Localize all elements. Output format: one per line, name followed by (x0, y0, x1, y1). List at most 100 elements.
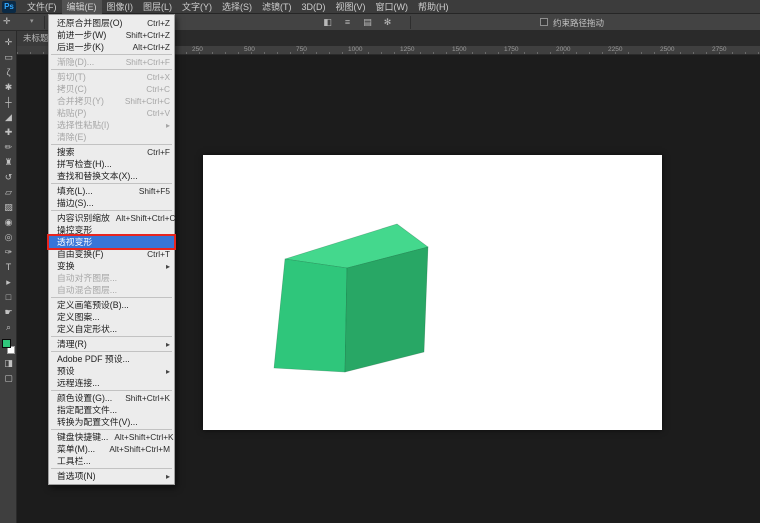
magic-wand-tool-icon[interactable]: ✱ (0, 80, 17, 95)
tool-list: ✛▭ζ✱┼◢✚✏♜↺▱▨◉◎✑T▸□☛⌕ (0, 31, 16, 335)
preset-caret-icon[interactable]: ▾ (30, 17, 34, 25)
menu-item-keyboard-shortcuts[interactable]: 键盘快捷键...Alt+Shift+Ctrl+K (49, 431, 174, 443)
history-brush-tool-icon[interactable]: ↺ (0, 170, 17, 185)
crop-tool-icon[interactable]: ┼ (0, 95, 17, 110)
toolbar-bottom: ◨▢ (0, 356, 16, 386)
clone-stamp-tool-icon[interactable]: ♜ (0, 155, 17, 170)
box-front-face (274, 259, 347, 372)
menu-item-remote-connections[interactable]: 远程连接... (49, 377, 174, 389)
menu-item-content-aware-scale[interactable]: 内容识别缩放Alt+Shift+Ctrl+C (49, 212, 174, 224)
menu-item-shortcut: Shift+Ctrl+Z (120, 30, 170, 40)
menu-item-color-settings[interactable]: 颜色设置(G)...Shift+Ctrl+K (49, 392, 174, 404)
menubar-item-3[interactable]: 图层(L) (138, 0, 177, 14)
eraser-tool-icon[interactable]: ▱ (0, 185, 17, 200)
path-operations-icon[interactable]: ◧ (320, 16, 335, 29)
lasso-tool-icon[interactable]: ζ (0, 65, 17, 80)
constrain-path-checkbox[interactable] (540, 18, 548, 26)
menu-item-label: 合并拷贝(Y) (57, 95, 104, 107)
menubar-item-1[interactable]: 编辑(E) (62, 0, 102, 14)
menu-item-paste: 粘贴(P)Ctrl+V (49, 107, 174, 119)
menu-item-step-forward[interactable]: 前进一步(W)Shift+Ctrl+Z (49, 29, 174, 41)
menu-separator (51, 351, 172, 352)
menu-item-label: 变换 (57, 260, 75, 272)
blur-tool-icon[interactable]: ◉ (0, 215, 17, 230)
menu-item-search[interactable]: 搜索Ctrl+F (49, 146, 174, 158)
menu-item-menus[interactable]: 菜单(M)...Alt+Shift+Ctrl+M (49, 443, 174, 455)
options-divider (44, 16, 45, 29)
shape-tool-icon[interactable]: □ (0, 290, 17, 305)
menu-item-convert-to-profile[interactable]: 转换为配置文件(V)... (49, 416, 174, 428)
menu-item-label: 菜单(M)... (57, 443, 95, 455)
menu-item-purge[interactable]: 清理(R)▸ (49, 338, 174, 350)
menu-item-shortcut: Shift+Ctrl+K (119, 393, 170, 403)
ruler-label: 2000 (556, 46, 570, 54)
menu-item-label: 描边(S)... (57, 197, 94, 209)
settings-icon[interactable]: ✻ (380, 16, 395, 29)
type-tool-icon[interactable]: T (0, 260, 17, 275)
tools-panel: ✛▭ζ✱┼◢✚✏♜↺▱▨◉◎✑T▸□☛⌕ ◨▢ (0, 31, 17, 523)
menu-item-define-brush-preset[interactable]: 定义画笔预设(B)... (49, 299, 174, 311)
menu-item-shortcut: Shift+Ctrl+C (119, 96, 170, 106)
healing-brush-tool-icon[interactable]: ✚ (0, 125, 17, 140)
menu-item-toolbar-settings[interactable]: 工具栏... (49, 455, 174, 467)
menu-item-stroke[interactable]: 描边(S)... (49, 197, 174, 209)
menu-item-label: 操控变形 (57, 224, 92, 236)
menu-item-undo-merge-layers[interactable]: 还原合并图层(O)Ctrl+Z (49, 17, 174, 29)
hand-tool-icon[interactable]: ☛ (0, 305, 17, 320)
tool-preset-icon[interactable]: ✛ (3, 16, 11, 27)
path-select-tool-icon[interactable]: ▸ (0, 275, 17, 290)
ruler-label: 750 (296, 46, 307, 54)
menu-item-step-backward[interactable]: 后退一步(K)Alt+Ctrl+Z (49, 41, 174, 53)
path-arrange-icon[interactable]: ▤ (360, 16, 375, 29)
menu-item-label: 还原合并图层(O) (57, 17, 122, 29)
menu-item-define-pattern[interactable]: 定义图案... (49, 311, 174, 323)
menu-item-transform[interactable]: 变换▸ (49, 260, 174, 272)
menu-item-label: 自由变换(F) (57, 248, 103, 260)
quick-mask-icon[interactable]: ◨ (0, 356, 17, 371)
submenu-arrow-icon: ▸ (166, 367, 170, 376)
menu-item-label: 远程连接... (57, 377, 100, 389)
brush-tool-icon[interactable]: ✏ (0, 140, 17, 155)
menubar-item-7[interactable]: 3D(D) (297, 0, 331, 14)
menubar-item-8[interactable]: 视图(V) (331, 0, 371, 14)
marquee-tool-icon[interactable]: ▭ (0, 50, 17, 65)
color-swatches[interactable] (0, 338, 17, 356)
ruler-label: 1500 (452, 46, 466, 54)
menu-item-label: 清理(R) (57, 338, 87, 350)
document-canvas[interactable] (203, 155, 662, 430)
menu-item-puppet-warp[interactable]: 操控变形 (49, 224, 174, 236)
menu-item-adobe-pdf-presets[interactable]: Adobe PDF 预设... (49, 353, 174, 365)
menu-separator (51, 297, 172, 298)
menubar-item-9[interactable]: 窗口(W) (371, 0, 414, 14)
menubar-item-0[interactable]: 文件(F) (22, 0, 62, 14)
menubar-item-2[interactable]: 图像(I) (102, 0, 139, 14)
gradient-tool-icon[interactable]: ▨ (0, 200, 17, 215)
zoom-tool-icon[interactable]: ⌕ (0, 320, 17, 335)
menu-item-check-spelling[interactable]: 拼写检查(H)... (49, 158, 174, 170)
menu-item-perspective-warp[interactable]: 透视变形 (49, 236, 174, 248)
menu-item-label: 搜索 (57, 146, 75, 158)
menu-item-presets[interactable]: 预设▸ (49, 365, 174, 377)
menubar-item-6[interactable]: 滤镜(T) (257, 0, 297, 14)
menu-item-label: 转换为配置文件(V)... (57, 416, 138, 428)
path-alignment-icon[interactable]: ≡ (340, 16, 355, 29)
menu-item-assign-profile[interactable]: 指定配置文件... (49, 404, 174, 416)
menu-item-fill[interactable]: 填充(L)...Shift+F5 (49, 185, 174, 197)
menubar-item-4[interactable]: 文字(Y) (177, 0, 217, 14)
menubar-item-5[interactable]: 选择(S) (217, 0, 257, 14)
photoshop-window: Ps 文件(F)编辑(E)图像(I)图层(L)文字(Y)选择(S)滤镜(T)3D… (0, 0, 760, 523)
menu-item-preferences[interactable]: 首选项(N)▸ (49, 470, 174, 482)
move-tool-icon[interactable]: ✛ (0, 35, 17, 50)
menu-item-free-transform[interactable]: 自由变换(F)Ctrl+T (49, 248, 174, 260)
menu-item-label: 清除(E) (57, 131, 86, 143)
menu-item-label: 首选项(N) (57, 470, 96, 482)
menu-item-define-custom-shape[interactable]: 定义自定形状... (49, 323, 174, 335)
menubar-item-10[interactable]: 帮助(H) (413, 0, 454, 14)
eyedropper-tool-icon[interactable]: ◢ (0, 110, 17, 125)
menu-item-find-replace[interactable]: 查找和替换文本(X)... (49, 170, 174, 182)
screen-mode-icon[interactable]: ▢ (0, 371, 17, 386)
menu-item-paste-special: 选择性粘贴(I)▸ (49, 119, 174, 131)
foreground-color-swatch[interactable] (2, 339, 11, 348)
dodge-tool-icon[interactable]: ◎ (0, 230, 17, 245)
pen-tool-icon[interactable]: ✑ (0, 245, 17, 260)
